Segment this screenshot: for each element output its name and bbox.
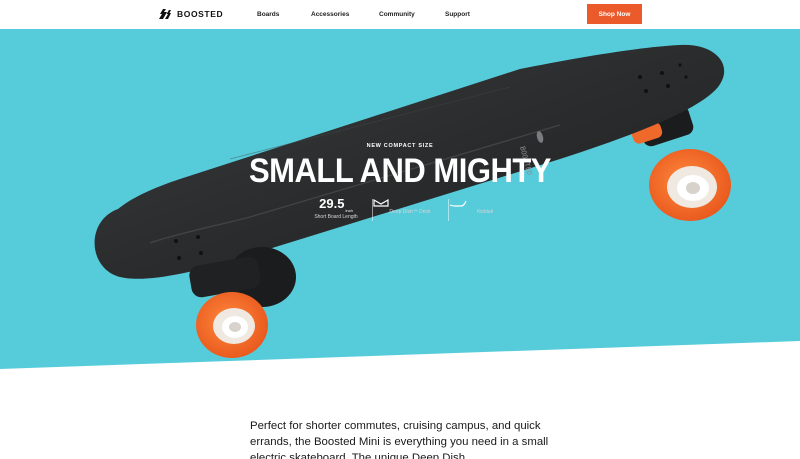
stat-value: 29.5 [319,196,345,211]
nav-accessories[interactable]: Accessories [311,11,349,18]
nav-boards[interactable]: Boards [257,11,279,18]
hero-eyebrow: NEW COMPACT SIZE [366,143,434,149]
site-header: BOOSTED Boards Accessories Community Sup… [0,0,800,29]
hero-section: BOOSTED NEW COMPACT SIZE SMALL AND MIGHT… [0,29,800,389]
kicktail-icon [449,200,467,207]
stat-deep-dish-deck: Deep Dish™ Deck [373,195,447,223]
nav-support[interactable]: Support [445,11,470,18]
stat-unit: inch [345,208,353,213]
shop-now-button[interactable]: Shop Now [587,4,642,24]
deep-dish-deck-icon [373,198,389,207]
hero-stats: 29.5inch Short Board Length Deep Dish™ D… [300,195,520,223]
stat-label: Kicktail [477,209,493,215]
main-nav: Boards Accessories Community Support [0,11,800,21]
hero-title: SMALL AND MIGHTY [249,150,552,191]
stat-label: Deep Dish™ Deck [389,209,431,215]
intro-paragraph: Perfect for shorter commutes, cruising c… [250,420,549,459]
stat-kicktail: Kicktail [449,195,521,223]
stat-label: Short Board Length [314,214,358,220]
stat-board-length: 29.5inch Short Board Length [300,195,372,223]
nav-community[interactable]: Community [379,11,415,18]
